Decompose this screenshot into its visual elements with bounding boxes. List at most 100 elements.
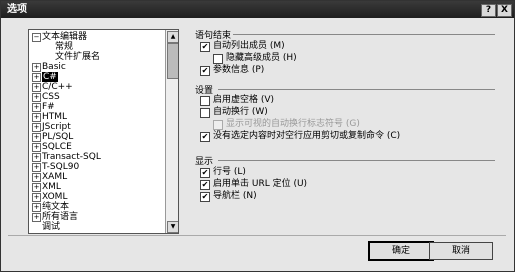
bottom-separator [8,235,506,236]
check-icon: ✔ [201,180,209,189]
tree-item-label: Transact-SQL [42,152,101,162]
tree-label-text: 调试 [42,222,61,232]
tree-item-label: 常规 [55,42,73,52]
expand-icon[interactable]: + [32,173,41,182]
expand-icon[interactable]: + [32,123,41,132]
tree-label-text: HTML [42,112,68,122]
tree-label-text: Basic [42,62,66,72]
expand-icon[interactable]: + [32,83,41,92]
option-label[interactable]: 自动换行 (W) [213,107,268,117]
tree-item-label: 纯文本 [42,202,69,212]
tree-label-text: Transact-SQL [42,152,101,162]
tree-label-text: T-SQL90 [42,162,80,172]
tree-item-label: 文本编辑器 [42,32,87,42]
expand-icon[interactable]: + [32,63,41,72]
expand-icon[interactable]: + [32,143,41,152]
tree-item-label: F# [42,102,55,112]
checkbox[interactable]: ✔ [200,132,210,142]
tree-item-label: CSS [42,92,60,102]
separator [218,160,495,161]
tree-item-label: XML [42,182,61,192]
group-title-statement-completion: 语句结束 [195,31,232,41]
group-title-settings: 设置 [195,86,214,96]
expand-icon[interactable]: + [32,203,41,212]
close-button[interactable]: X [497,4,512,17]
cancel-button[interactable]: 取消 [429,242,493,260]
window-title: 选项 [7,4,27,15]
tree-label-text: SQLCE [42,142,72,152]
option-label[interactable]: 参数信息 (P) [213,65,264,75]
check-icon: ✔ [201,66,209,75]
checkbox[interactable]: ✔ [200,66,210,76]
option-label[interactable]: 导航栏 (N) [213,191,257,201]
expand-icon[interactable]: + [32,153,41,162]
expand-icon[interactable]: + [32,93,41,102]
option-label[interactable]: 启用单击 URL 定位 (U) [213,179,307,189]
collapse-icon[interactable]: − [32,33,41,42]
checkbox[interactable] [200,108,210,118]
tree-item-label: C/C++ [42,82,73,92]
group-title-display: 显示 [195,157,214,167]
expand-icon[interactable]: + [32,103,41,112]
tree-item-label: T-SQL90 [42,162,79,172]
check-icon: ✔ [201,42,209,51]
options-tree[interactable]: − 文本编辑器 常规 文件扩展名 + Basic + C# + C/C++ + CSS + F# + HTML… [28,29,179,234]
option-label[interactable]: 启用虚空格 (V) [213,95,274,105]
tree-scrollbar[interactable]: ▲ ▼ [165,30,178,233]
tree-item-label: HTML [42,112,67,122]
tree-item-label: Basic [42,62,66,72]
tree-label-text: XAML [42,172,68,182]
tree-label-text: 文本编辑器 [42,32,88,42]
tree-label-text: XML [42,182,61,192]
separator [218,89,495,90]
expand-icon[interactable]: + [32,113,41,122]
tree-label-text: 纯文本 [42,202,70,212]
options-dialog: 选项 ? X − 文本编辑器 常规 文件扩展名 + Basic + C# + C/C++ + CSS +… [0,0,515,272]
tree-item-label: JScript [42,122,71,132]
checkbox[interactable] [213,54,223,64]
scroll-down-icon[interactable]: ▼ [167,221,178,233]
help-button[interactable]: ? [481,4,496,17]
tree-label-text: C/C++ [42,82,73,92]
checkbox[interactable]: ✔ [200,168,210,178]
tree-label-text: JScript [42,122,71,132]
separator [233,34,495,35]
ok-button[interactable]: 确定 [368,241,434,261]
check-icon: ✔ [201,192,209,201]
option-label[interactable]: 没有选定内容时对空行应用剪切或复制命令 (C) [213,131,400,141]
tree-item-label: C# [42,72,58,82]
check-icon: ✔ [201,168,209,177]
title-bar: 选项 ? X [1,1,514,18]
checkbox[interactable] [200,96,210,106]
tree-item-label: 文件扩展名 [55,52,100,62]
option-label[interactable]: 隐藏高级成员 (H) [226,53,297,63]
expand-icon[interactable]: + [32,133,41,142]
tree-label-text: 文件扩展名 [55,52,101,62]
selected-tree-label: C# [42,72,58,82]
expand-icon[interactable]: + [32,163,41,172]
tree-label-text: 常规 [55,42,74,52]
tree-item-label: XOML [42,192,67,202]
expand-icon[interactable]: + [32,73,41,82]
option-label[interactable]: 行号 (L) [213,167,246,177]
expand-icon[interactable]: + [32,213,41,222]
tree-items: − 文本编辑器 常规 文件扩展名 + Basic + C# + C/C++ + CSS + F# + HTML… [29,30,165,233]
tree-item-label: PL/SQL [42,132,73,142]
checkbox [213,120,223,130]
tree-label-text: 所有语言 [42,212,79,222]
check-icon: ✔ [201,132,209,141]
checkbox[interactable]: ✔ [200,42,210,52]
tree-label-text: F# [42,102,55,112]
scroll-up-icon[interactable]: ▲ [167,31,178,43]
checkbox[interactable]: ✔ [200,180,210,190]
option-label[interactable]: 自动列出成员 (M) [213,41,285,51]
tree-label-text: PL/SQL [42,132,74,142]
scroll-thumb[interactable] [167,43,178,79]
expand-icon[interactable]: + [32,193,41,202]
tree-item-label: 调试 [42,222,60,232]
expand-icon[interactable]: + [32,183,41,192]
option-label: 显示可视的自动换行标志符号 (G) [226,119,360,129]
checkbox[interactable]: ✔ [200,192,210,202]
tree-label-text: CSS [42,92,60,102]
tree-item-label: 所有语言 [42,212,78,222]
